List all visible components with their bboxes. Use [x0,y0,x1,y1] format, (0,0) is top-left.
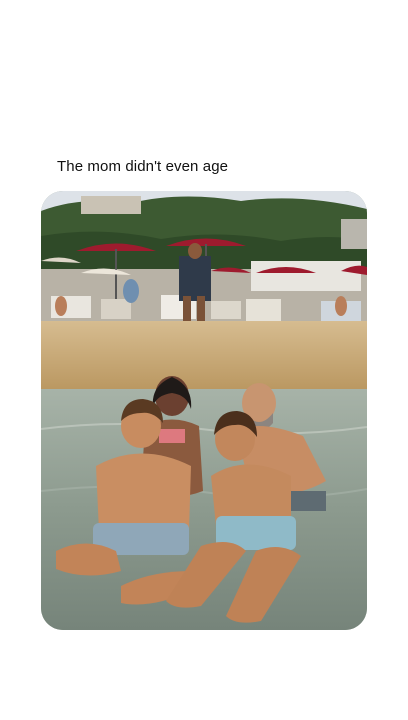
post-caption: The mom didn't even age [57,158,229,175]
post-photo[interactable] [41,191,367,630]
hill-building [81,196,141,214]
sand [41,321,367,393]
beach-photo-illustration [41,191,367,630]
beach-cabin [251,261,361,291]
